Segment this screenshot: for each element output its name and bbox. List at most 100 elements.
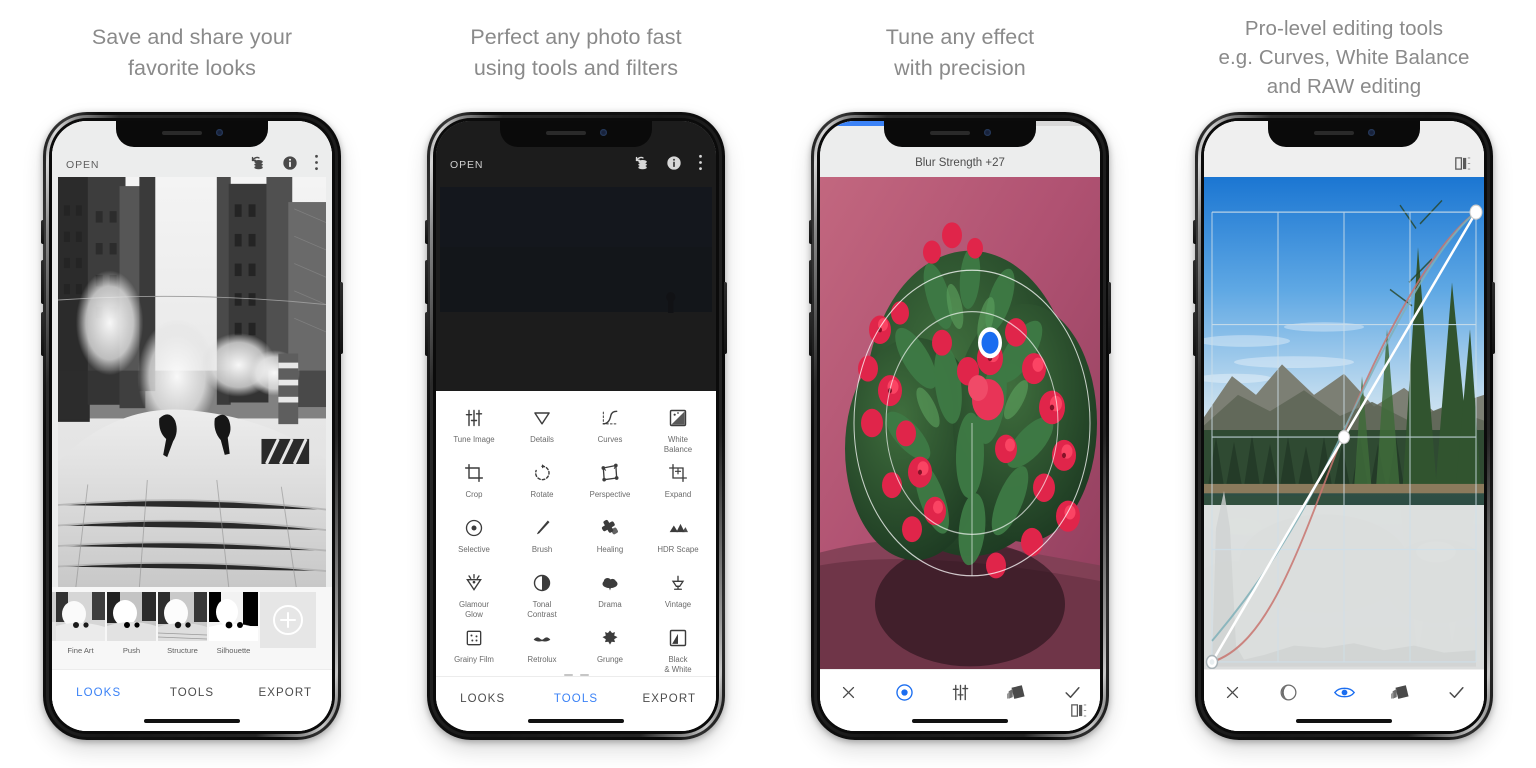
info-icon[interactable] bbox=[282, 155, 298, 171]
tool-label: Crop bbox=[465, 490, 483, 499]
nav-tools[interactable]: TOOLS bbox=[529, 693, 622, 705]
tool-brush[interactable]: Brush bbox=[508, 509, 576, 564]
volume-up-button[interactable] bbox=[809, 260, 812, 304]
screenshot-stage: Save and share your favorite looks OPEN bbox=[0, 0, 1536, 768]
tool-perspective[interactable]: Perspective bbox=[576, 454, 644, 509]
tool-tune-image[interactable]: Tune Image bbox=[440, 399, 508, 454]
tool-grunge[interactable]: Grunge bbox=[576, 619, 644, 674]
volume-down-button[interactable] bbox=[809, 312, 812, 356]
tune-sliders-icon bbox=[464, 407, 484, 429]
earpiece-speaker bbox=[545, 130, 586, 135]
home-indicator[interactable] bbox=[528, 718, 624, 723]
checkmark-icon[interactable] bbox=[1044, 683, 1100, 702]
tool-rotate[interactable]: Rotate bbox=[508, 454, 576, 509]
tool-vintage[interactable]: Vintage bbox=[644, 564, 712, 619]
panel-3-caption: Tune any effect with precision bbox=[885, 25, 1035, 80]
tool-selective[interactable]: Selective bbox=[440, 509, 508, 564]
tool-black-and-white[interactable]: Black & White bbox=[644, 619, 712, 674]
tune-sliders-icon[interactable] bbox=[932, 683, 988, 702]
info-icon[interactable] bbox=[666, 155, 682, 171]
stack-layers-icon[interactable] bbox=[988, 684, 1044, 702]
list-item[interactable]: Push bbox=[107, 592, 156, 655]
selective-target-icon[interactable] bbox=[876, 683, 932, 702]
tool-label: Tune Image bbox=[453, 435, 495, 444]
tool-label: White Balance bbox=[663, 435, 693, 454]
tool-retrolux[interactable]: Retrolux bbox=[508, 619, 576, 674]
volume-down-button[interactable] bbox=[41, 312, 44, 356]
tool-healing[interactable]: Healing bbox=[576, 509, 644, 564]
list-item[interactable]: Fine Art bbox=[56, 592, 105, 655]
tool-glamour-glow[interactable]: Glamour Glow bbox=[440, 564, 508, 619]
compare-split-icon[interactable] bbox=[1455, 156, 1471, 171]
power-button[interactable] bbox=[340, 282, 343, 354]
tool-white-balance[interactable]: White Balance bbox=[644, 399, 712, 454]
tone-curve-editor[interactable] bbox=[1204, 177, 1484, 669]
eye-preview-icon[interactable] bbox=[1316, 684, 1372, 701]
home-indicator[interactable] bbox=[144, 718, 240, 723]
power-button[interactable] bbox=[724, 282, 727, 354]
undo-history-icon[interactable] bbox=[249, 154, 266, 171]
tool-crop[interactable]: Crop bbox=[440, 454, 508, 509]
tool-tonal-contrast[interactable]: Tonal Contrast bbox=[508, 564, 576, 619]
tool-expand[interactable]: Expand bbox=[644, 454, 712, 509]
phone-frame-3: Blur Strength +27 bbox=[809, 112, 1111, 740]
look-thumb-fine-art bbox=[56, 592, 105, 641]
tool-label: Black & White bbox=[664, 655, 692, 674]
close-x-icon[interactable] bbox=[1204, 684, 1260, 701]
panel-tools: Perfect any photo fast using tools and f… bbox=[384, 0, 768, 768]
phone-frame-4 bbox=[1193, 112, 1495, 740]
compare-split-icon[interactable] bbox=[1071, 703, 1087, 723]
tool-hdr-scape[interactable]: HDR Scape bbox=[644, 509, 712, 564]
volume-up-button[interactable] bbox=[425, 260, 428, 304]
white-balance-icon bbox=[668, 407, 688, 429]
volume-up-button[interactable] bbox=[1193, 260, 1196, 304]
undo-history-icon[interactable] bbox=[633, 154, 650, 171]
home-indicator[interactable] bbox=[912, 718, 1008, 723]
silent-switch[interactable] bbox=[425, 220, 428, 244]
nav-export[interactable]: EXPORT bbox=[623, 693, 716, 705]
power-button[interactable] bbox=[1492, 282, 1495, 354]
checkmark-icon[interactable] bbox=[1428, 683, 1484, 702]
effect-title-label: Blur Strength +27 bbox=[915, 157, 1005, 169]
tool-curves[interactable]: Curves bbox=[576, 399, 644, 454]
open-button[interactable]: OPEN bbox=[450, 159, 483, 171]
tool-drama[interactable]: Drama bbox=[576, 564, 644, 619]
drama-cloud-icon bbox=[599, 572, 621, 594]
photo-canvas-4[interactable] bbox=[1204, 177, 1484, 669]
close-x-icon[interactable] bbox=[820, 684, 876, 701]
tool-grainy-film[interactable]: Grainy Film bbox=[440, 619, 508, 674]
silent-switch[interactable] bbox=[809, 220, 812, 244]
notch bbox=[116, 121, 268, 147]
silent-switch[interactable] bbox=[1193, 220, 1196, 244]
tool-details[interactable]: Details bbox=[508, 399, 576, 454]
hdr-scape-icon bbox=[667, 517, 689, 539]
photo-canvas-3[interactable] bbox=[820, 177, 1100, 669]
nav-tools[interactable]: TOOLS bbox=[145, 687, 238, 699]
list-item[interactable] bbox=[52, 592, 79, 646]
volume-up-button[interactable] bbox=[41, 260, 44, 304]
stack-layers-icon[interactable] bbox=[1372, 684, 1428, 702]
photo-canvas-1[interactable] bbox=[52, 177, 332, 587]
nav-looks[interactable]: LOOKS bbox=[52, 687, 145, 699]
open-button[interactable]: OPEN bbox=[66, 159, 99, 171]
home-indicator[interactable] bbox=[1296, 718, 1392, 723]
contrast-moon-icon[interactable] bbox=[1260, 683, 1316, 702]
nav-export[interactable]: EXPORT bbox=[239, 687, 332, 699]
overflow-menu-icon[interactable] bbox=[698, 154, 703, 171]
nav-looks[interactable]: LOOKS bbox=[436, 693, 529, 705]
look-thumb-silhouette bbox=[209, 592, 258, 641]
volume-down-button[interactable] bbox=[425, 312, 428, 356]
overflow-menu-icon[interactable] bbox=[314, 154, 319, 171]
panel-2-caption: Perfect any photo fast using tools and f… bbox=[470, 25, 682, 80]
phone-screen-4 bbox=[1204, 121, 1484, 731]
silent-switch[interactable] bbox=[41, 220, 44, 244]
list-item[interactable]: Structure bbox=[158, 592, 207, 655]
power-button[interactable] bbox=[1108, 282, 1111, 354]
tool-label: Grainy Film bbox=[454, 655, 494, 664]
looks-filmstrip[interactable]: Fine Art Push Structure Silhouette bbox=[52, 587, 332, 669]
tonal-contrast-icon bbox=[532, 572, 552, 594]
phone-screen-3: Blur Strength +27 bbox=[820, 121, 1100, 731]
add-look-button[interactable] bbox=[260, 592, 316, 648]
list-item[interactable]: Silhouette bbox=[209, 592, 258, 655]
volume-down-button[interactable] bbox=[1193, 312, 1196, 356]
